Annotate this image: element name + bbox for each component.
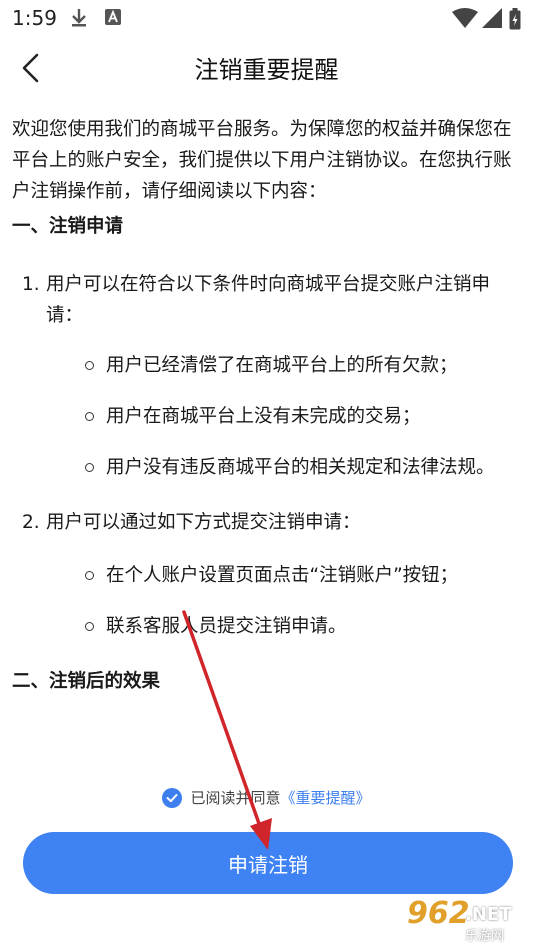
page-title: 注销重要提醒 xyxy=(194,56,339,84)
bullet-dot-icon xyxy=(85,463,94,472)
list-number: 1. xyxy=(22,274,40,295)
list-item: 1. 用户可以在符合以下条件时向商城平台提交账户注销申请： xyxy=(22,269,521,331)
bullet-dot-icon xyxy=(85,571,94,580)
bullet-text: 用户在商城平台上没有未完成的交易； xyxy=(106,406,421,427)
apply-cancellation-button[interactable]: 申请注销 xyxy=(23,832,513,894)
bullet-item: 联系客服人员提交注销申请。 xyxy=(85,611,503,642)
list-number: 2. xyxy=(22,512,40,533)
bullet-text: 用户已经清偿了在商城平台上的所有欠款； xyxy=(106,355,458,376)
watermark-logo: 962 .NET 乐游网 xyxy=(395,894,530,946)
status-time: 1:59 xyxy=(12,6,57,30)
watermark-sub: 乐游网 xyxy=(465,929,505,944)
agreement-content: 欢迎您使用我们的商城平台服务。为保障您的权益并确保您在平台上的账户安全，我们提供… xyxy=(0,112,533,697)
agreement-link[interactable]: 《重要提醒》 xyxy=(281,789,371,807)
bullet-dot-icon xyxy=(85,361,94,370)
bullet-item: 用户在商城平台上没有未完成的交易； xyxy=(85,401,503,432)
agree-label: 已阅读并同意 xyxy=(190,789,281,807)
intro-paragraph: 欢迎您使用我们的商城平台服务。为保障您的权益并确保您在平台上的账户安全，我们提供… xyxy=(12,119,512,202)
bullet-text: 用户没有违反商城平台的相关规定和法律法规。 xyxy=(106,457,495,478)
download-icon xyxy=(72,9,86,27)
battery-icon xyxy=(509,8,521,30)
watermark-net: .NET xyxy=(465,904,512,925)
status-bar: 1:59 xyxy=(0,0,533,36)
bullet-item: 用户已经清偿了在商城平台上的所有欠款； xyxy=(85,350,503,381)
bullet-dot-icon xyxy=(85,412,94,421)
bullet-text: 联系客服人员提交注销申请。 xyxy=(106,616,347,637)
bullet-item: 用户没有违反商城平台的相关规定和法律法规。 xyxy=(85,452,503,483)
wifi-icon xyxy=(452,8,478,28)
list-item-text: 用户可以在符合以下条件时向商城平台提交账户注销申请： xyxy=(46,274,491,326)
apply-cancellation-label: 申请注销 xyxy=(228,852,308,877)
bullet-text: 在个人账户设置页面点击“注销账户”按钮； xyxy=(106,565,459,586)
list-item-text: 用户可以通过如下方式提交注销申请： xyxy=(46,512,361,533)
a-notification-icon xyxy=(105,9,121,25)
agree-checkbox[interactable] xyxy=(162,787,183,808)
bullet-item: 在个人账户设置页面点击“注销账户”按钮； xyxy=(85,560,503,591)
section-title: 二、注销后的效果 xyxy=(12,671,161,692)
app-header: 注销重要提醒 xyxy=(0,36,533,100)
bullet-dot-icon xyxy=(85,622,94,631)
watermark-brand: 962 xyxy=(407,896,470,931)
signal-icon xyxy=(482,8,502,28)
section-title: 一、注销申请 xyxy=(12,216,124,237)
list-item: 2. 用户可以通过如下方式提交注销申请： xyxy=(22,507,521,538)
agreement-row: 已阅读并同意《重要提醒》 xyxy=(0,787,533,813)
check-icon xyxy=(166,793,178,802)
